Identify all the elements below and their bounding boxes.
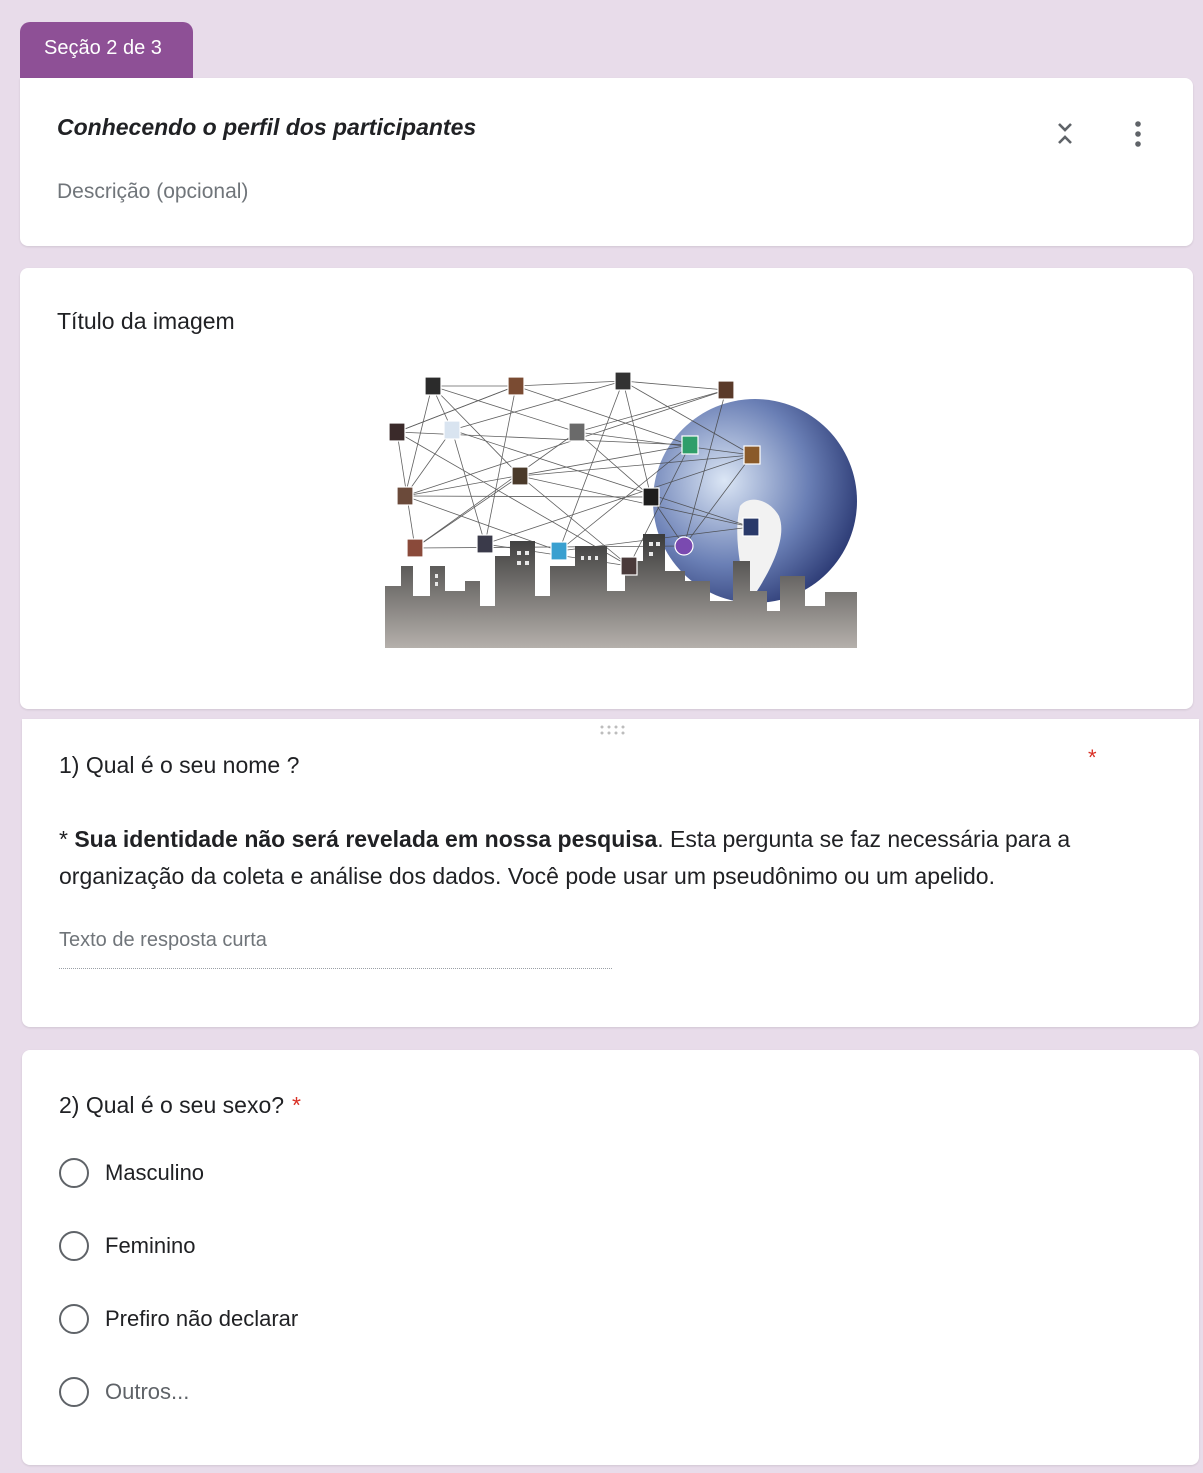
question-card-name[interactable]: 1) Qual é o seu nome ? * * Sua identidad… [22, 719, 1199, 1027]
required-marker: * [292, 1092, 301, 1118]
image-title[interactable]: Título da imagem [57, 308, 235, 335]
option-label: Masculino [105, 1160, 205, 1185]
option-label: Prefiro não declarar [105, 1306, 299, 1331]
drag-handle-icon [600, 725, 625, 735]
section-header-card[interactable]: Conhecendo o perfil dos participantes De… [20, 78, 1193, 246]
section-title[interactable]: Conhecendo o perfil dos participantes [57, 114, 476, 141]
question-title[interactable]: 1) Qual é o seu nome ? [59, 752, 299, 779]
option-outros[interactable]: Outros... [59, 1375, 189, 1409]
image-item-picture[interactable] [385, 366, 857, 648]
radio-circle-icon[interactable] [59, 1304, 89, 1334]
description-bold-text: Sua identidade não será revelada em noss… [74, 826, 658, 852]
social-network-globe-city-image [385, 371, 857, 648]
section-more-options-button[interactable] [1124, 118, 1152, 150]
option-feminino[interactable]: Feminino [59, 1229, 195, 1263]
option-masculino[interactable]: Masculino [59, 1156, 204, 1190]
section-description-field[interactable]: Descrição (opcional) [57, 180, 248, 204]
question-card-sex[interactable]: 2) Qual é o seu sexo? * Masculino Feminin… [22, 1050, 1199, 1465]
required-marker: * [1088, 745, 1097, 770]
drag-handle[interactable] [598, 723, 626, 735]
question-description[interactable]: * Sua identidade não será revelada em no… [59, 821, 1119, 895]
image-item-card[interactable]: Título da imagem [20, 268, 1193, 709]
collapse-icon [1058, 123, 1072, 144]
option-label: Outros... [105, 1379, 190, 1404]
question-title-text: 2) Qual é o seu sexo? [59, 1092, 285, 1118]
radio-circle-icon[interactable] [59, 1231, 89, 1261]
collapse-section-button[interactable] [1050, 118, 1080, 150]
section-tab: Seção 2 de 3 [20, 22, 193, 78]
radio-circle-icon[interactable] [59, 1377, 89, 1407]
option-prefiro-nao-declarar[interactable]: Prefiro não declarar [59, 1302, 298, 1336]
short-answer-field: Texto de resposta curta [59, 927, 612, 969]
more-vert-icon [1135, 121, 1141, 147]
section-tab-label: Seção 2 de 3 [44, 37, 162, 59]
option-label: Feminino [105, 1233, 196, 1258]
radio-circle-icon[interactable] [59, 1158, 89, 1188]
question-title[interactable]: 2) Qual é o seu sexo? * [59, 1092, 301, 1119]
description-prefix: * [59, 826, 75, 852]
